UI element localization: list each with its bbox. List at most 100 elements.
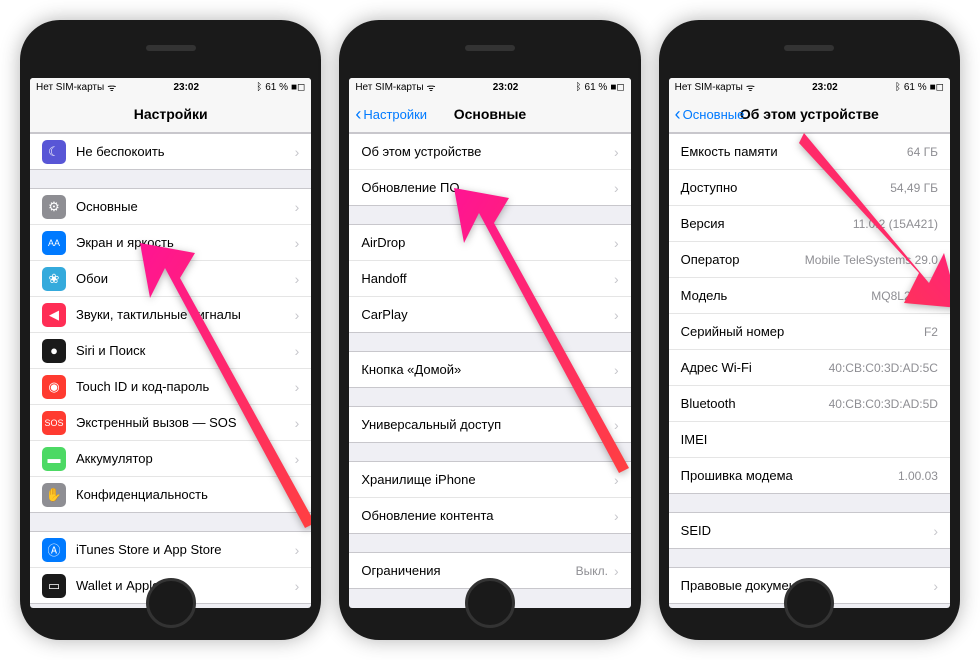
settings-row[interactable]: ❀Обои› bbox=[30, 261, 311, 297]
row-value: 54,49 ГБ bbox=[890, 181, 938, 195]
settings-row[interactable]: Доступно54,49 ГБ bbox=[669, 170, 950, 206]
row-label: Обновление ПО bbox=[361, 180, 608, 195]
settings-row[interactable]: Handoff› bbox=[349, 261, 630, 297]
settings-row[interactable]: Обновление контента› bbox=[349, 498, 630, 533]
row-icon: ▭ bbox=[42, 574, 66, 598]
chevron-right-icon: › bbox=[933, 578, 938, 594]
settings-row[interactable]: Об этом устройстве› bbox=[349, 134, 630, 170]
row-icon: ◉ bbox=[42, 375, 66, 399]
row-icon: ◀ bbox=[42, 303, 66, 327]
row-label: Доступно bbox=[681, 180, 891, 195]
settings-row[interactable]: Универсальный доступ› bbox=[349, 407, 630, 442]
row-label: Правовые документы bbox=[681, 578, 928, 593]
row-icon: ● bbox=[42, 339, 66, 363]
settings-row[interactable]: AAЭкран и яркость› bbox=[30, 225, 311, 261]
settings-row[interactable]: ☾Не беспокоить› bbox=[30, 134, 311, 169]
status-bar: Нет SIM-картыᯤ 23:02 ᛒ61 %■◻ bbox=[349, 78, 630, 96]
back-button[interactable]: ‹Основные bbox=[675, 104, 745, 125]
about-list[interactable]: Емкость памяти64 ГБДоступно54,49 ГБВерси… bbox=[669, 133, 950, 608]
settings-row[interactable]: ОграниченияВыкл.› bbox=[349, 553, 630, 588]
row-value: 40:CB:C0:3D:AD:5D bbox=[829, 397, 938, 411]
chevron-right-icon: › bbox=[295, 487, 300, 503]
settings-row[interactable]: Версия11.0.2 (15A421) bbox=[669, 206, 950, 242]
settings-row[interactable]: Обновление ПО› bbox=[349, 170, 630, 205]
bluetooth-icon: ᛒ bbox=[576, 82, 582, 93]
settings-row[interactable]: Bluetooth40:CB:C0:3D:AD:5D bbox=[669, 386, 950, 422]
status-time: 23:02 bbox=[812, 82, 838, 93]
page-title: Настройки bbox=[134, 106, 208, 122]
settings-row[interactable]: ◀ Звуки, тактильные сигналы › bbox=[30, 297, 311, 333]
battery-text: 61 % bbox=[585, 82, 608, 93]
carrier-text: Нет SIM-карты bbox=[675, 82, 743, 93]
wifi-icon: ᯤ bbox=[746, 80, 755, 94]
row-label: Конфиденциальность bbox=[76, 487, 289, 502]
settings-row[interactable]: ◉Touch ID и код-пароль› bbox=[30, 369, 311, 405]
chevron-right-icon: › bbox=[295, 307, 300, 323]
row-label: CarPlay bbox=[361, 307, 608, 322]
row-icon: SOS bbox=[42, 411, 66, 435]
battery-text: 61 % bbox=[265, 82, 288, 93]
row-label: IMEI bbox=[681, 432, 938, 447]
row-icon: ☾ bbox=[42, 140, 66, 164]
settings-row[interactable]: МодельMQ8L2ZD/A bbox=[669, 278, 950, 314]
settings-row[interactable]: IMEI bbox=[669, 422, 950, 458]
row-value: 1.00.03 bbox=[898, 469, 938, 483]
settings-row[interactable]: SEID› bbox=[669, 513, 950, 548]
chevron-right-icon: › bbox=[614, 563, 619, 579]
settings-row[interactable]: ⚙Основные› bbox=[30, 189, 311, 225]
settings-group: ОграниченияВыкл.› bbox=[349, 552, 630, 589]
nav-bar: ‹Настройки Основные bbox=[349, 96, 630, 133]
chevron-right-icon: › bbox=[295, 343, 300, 359]
row-value: 40:CB:C0:3D:AD:5C bbox=[829, 361, 938, 375]
settings-group: Правовые документы › bbox=[669, 567, 950, 604]
row-label: Handoff bbox=[361, 271, 608, 286]
settings-row[interactable]: AirDrop› bbox=[349, 225, 630, 261]
bluetooth-icon: ᛒ bbox=[256, 82, 262, 93]
row-icon: ▬ bbox=[42, 447, 66, 471]
settings-row[interactable]: Кнопка «Домой»› bbox=[349, 352, 630, 387]
row-value: Mobile TeleSystems 29.0 bbox=[805, 253, 938, 267]
nav-bar: ‹Основные Об этом устройстве bbox=[669, 96, 950, 133]
settings-row[interactable]: ▬Аккумулятор› bbox=[30, 441, 311, 477]
settings-row[interactable]: Хранилище iPhone› bbox=[349, 462, 630, 498]
settings-row[interactable]: Емкость памяти64 ГБ bbox=[669, 134, 950, 170]
row-label: SEID bbox=[681, 523, 928, 538]
row-icon: ⚙ bbox=[42, 195, 66, 219]
row-label: AirDrop bbox=[361, 235, 608, 250]
row-label: Серийный номер bbox=[681, 324, 924, 339]
settings-row[interactable]: Правовые документы › bbox=[669, 568, 950, 603]
row-label: Экран и яркость bbox=[76, 235, 289, 250]
settings-list[interactable]: ☾Не беспокоить›⚙Основные›AAЭкран и яркос… bbox=[30, 133, 311, 608]
row-label: Оператор bbox=[681, 252, 805, 267]
settings-row[interactable]: Адрес Wi-Fi40:CB:C0:3D:AD:5C bbox=[669, 350, 950, 386]
status-bar: Нет SIM-картыᯤ 23:02 ᛒ61 %■◻ bbox=[30, 78, 311, 96]
page-title: Основные bbox=[454, 106, 527, 122]
settings-row[interactable]: Прошивка модема1.00.03 bbox=[669, 458, 950, 493]
chevron-right-icon: › bbox=[295, 271, 300, 287]
chevron-right-icon: › bbox=[614, 508, 619, 524]
back-button[interactable]: ‹Настройки bbox=[355, 104, 427, 125]
settings-row[interactable]: ●Siri и Поиск› bbox=[30, 333, 311, 369]
settings-row[interactable]: ОператорMobile TeleSystems 29.0 bbox=[669, 242, 950, 278]
battery-icon: ■◻ bbox=[610, 82, 624, 93]
phone-frame-1: Нет SIM-картыᯤ 23:02 ᛒ61 %■◻ Настройки ☾… bbox=[20, 20, 321, 640]
settings-row[interactable]: Серийный номерF2 bbox=[669, 314, 950, 350]
row-label: Универсальный доступ bbox=[361, 417, 608, 432]
row-value: Выкл. bbox=[576, 564, 608, 578]
settings-row[interactable]: ⒶiTunes Store и App Store› bbox=[30, 532, 311, 568]
nav-bar: Настройки bbox=[30, 96, 311, 133]
row-label: Bluetooth bbox=[681, 396, 829, 411]
general-list[interactable]: Об этом устройстве›Обновление ПО›AirDrop… bbox=[349, 133, 630, 608]
settings-row[interactable]: SOSЭкстренный вызов — SOS› bbox=[30, 405, 311, 441]
phone-frame-3: Нет SIM-картыᯤ 23:02 ᛒ61 %■◻ ‹Основные О… bbox=[659, 20, 960, 640]
battery-text: 61 % bbox=[904, 82, 927, 93]
settings-row[interactable]: ▭Wallet и Apple Pay› bbox=[30, 568, 311, 603]
battery-icon: ■◻ bbox=[930, 82, 944, 93]
settings-row[interactable]: CarPlay› bbox=[349, 297, 630, 332]
back-label: Настройки bbox=[363, 107, 427, 122]
row-label: Звуки, тактильные сигналы bbox=[76, 307, 289, 322]
settings-group: Универсальный доступ› bbox=[349, 406, 630, 443]
row-icon: Ⓐ bbox=[42, 538, 66, 562]
settings-row[interactable]: ✋Конфиденциальность› bbox=[30, 477, 311, 512]
chevron-right-icon: › bbox=[295, 235, 300, 251]
